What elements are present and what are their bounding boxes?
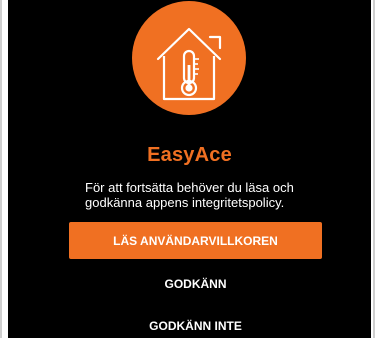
phone-frame: EasyAce För att fortsätta behöver du läs… bbox=[0, 0, 375, 338]
house-thermometer-icon bbox=[156, 27, 222, 101]
decline-button[interactable]: GODKÄNN INTE bbox=[69, 311, 322, 341]
consent-message: För att fortsätta behöver du läsa och go… bbox=[85, 180, 325, 210]
consent-message-line1: För att fortsätta behöver du läsa och bbox=[85, 180, 294, 195]
app-name: EasyAce bbox=[147, 144, 232, 166]
accept-button[interactable]: GODKÄNN bbox=[69, 269, 322, 299]
read-terms-button[interactable]: LÄS ANVÄNDARVILLKOREN bbox=[69, 222, 322, 259]
consent-message-line2: godkänna appens integritetspolicy. bbox=[85, 195, 285, 210]
consent-screen: EasyAce För att fortsätta behöver du läs… bbox=[8, 0, 371, 338]
app-logo bbox=[132, 1, 246, 115]
